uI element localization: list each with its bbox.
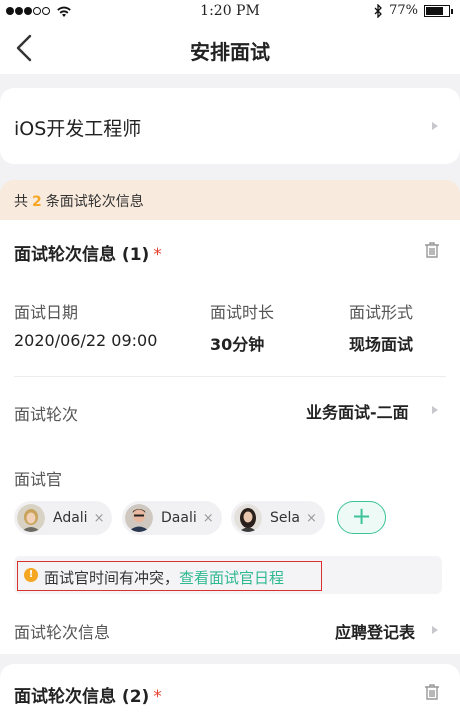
interviewer-chip-adali[interactable]: Adali × bbox=[14, 501, 113, 535]
interviewer-label: 面试官 bbox=[14, 470, 63, 489]
delete-round-1-trash-icon[interactable] bbox=[424, 241, 440, 259]
interviewer-name: Daali bbox=[161, 510, 197, 526]
round-count-number: 2 bbox=[32, 194, 42, 210]
remove-interviewer-icon[interactable]: × bbox=[306, 511, 317, 526]
avatar bbox=[17, 504, 45, 532]
status-bar: 1:20 PM 77% bbox=[0, 0, 460, 22]
interviewer-chip-sela[interactable]: Sela × bbox=[231, 501, 325, 535]
count-suffix: 条面试轮次信息 bbox=[45, 194, 144, 210]
interview-format-value[interactable]: 现场面试 bbox=[349, 331, 413, 355]
interview-round-value[interactable]: 业务面试-二面 bbox=[306, 399, 409, 423]
job-title: iOS开发工程师 bbox=[14, 118, 142, 140]
warning-icon: ! bbox=[24, 568, 38, 582]
nav-bar: 安排面试 bbox=[0, 22, 460, 74]
battery-percent: 77% bbox=[389, 3, 418, 18]
interview-duration-value[interactable]: 30分钟 bbox=[210, 331, 264, 355]
chevron-right-icon bbox=[432, 406, 438, 414]
interview-round-label: 面试轮次 bbox=[14, 405, 79, 424]
warning-message: 面试官时间有冲突， bbox=[44, 569, 180, 587]
avatar bbox=[234, 504, 262, 532]
round-1-title: 面试轮次信息 (1) bbox=[14, 245, 150, 265]
round-info-value[interactable]: 应聘登记表 bbox=[335, 619, 415, 643]
chevron-right-icon bbox=[432, 626, 438, 634]
required-mark: * bbox=[153, 245, 162, 265]
conflict-warning-text: 面试官时间有冲突，查看面试官日程 bbox=[44, 567, 284, 588]
round-info-label: 面试轮次信息 bbox=[14, 623, 111, 642]
round-1-title-group: 面试轮次信息 (1) * bbox=[14, 240, 162, 265]
battery-fill bbox=[426, 6, 443, 15]
chevron-right-icon bbox=[432, 122, 438, 130]
page-title: 安排面试 bbox=[190, 40, 270, 64]
round-count-banner: 共 2 条面试轮次信息 bbox=[0, 180, 460, 220]
interviewer-chip-daali[interactable]: Daali × bbox=[122, 501, 222, 535]
interview-format-label: 面试形式 bbox=[349, 303, 414, 322]
interviewer-name: Adali bbox=[53, 510, 88, 526]
avatar bbox=[125, 504, 153, 532]
count-prefix: 共 bbox=[14, 194, 28, 210]
divider bbox=[14, 376, 446, 377]
interviewer-name: Sela bbox=[270, 510, 300, 526]
interview-duration-label: 面试时长 bbox=[210, 303, 275, 322]
bluetooth-icon bbox=[374, 3, 383, 18]
status-right-group: 77% bbox=[373, 3, 453, 18]
required-mark: * bbox=[153, 687, 162, 707]
remove-interviewer-icon[interactable]: × bbox=[203, 511, 214, 526]
interview-date-value[interactable]: 2020/06/22 09:00 bbox=[14, 331, 157, 350]
battery-icon bbox=[424, 4, 453, 17]
interview-date-label: 面试日期 bbox=[14, 303, 79, 322]
delete-round-2-trash-icon[interactable] bbox=[424, 683, 440, 701]
round-2-title-group: 面试轮次信息 (2) * bbox=[14, 682, 162, 707]
add-interviewer-button[interactable]: + bbox=[337, 501, 386, 534]
job-selector[interactable]: iOS开发工程师 bbox=[0, 88, 460, 164]
view-interviewer-schedule-link[interactable]: 查看面试官日程 bbox=[179, 569, 284, 587]
round-count-text: 共 2 条面试轮次信息 bbox=[14, 191, 144, 211]
round-2-title: 面试轮次信息 (2) bbox=[14, 687, 150, 707]
remove-interviewer-icon[interactable]: × bbox=[94, 511, 105, 526]
